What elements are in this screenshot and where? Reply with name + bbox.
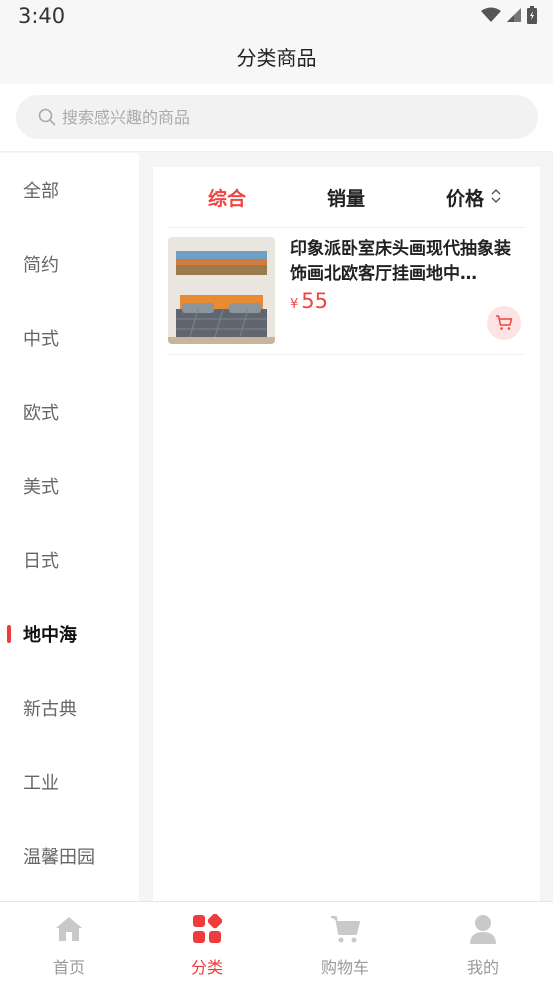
tab-home[interactable]: 首页 xyxy=(0,902,138,984)
search-input[interactable] xyxy=(62,107,482,127)
battery-icon xyxy=(527,6,537,24)
sort-arrows-icon xyxy=(491,189,501,203)
sort-sales[interactable]: 销量 xyxy=(327,184,365,211)
signal-icon xyxy=(507,8,521,22)
search-icon xyxy=(38,108,56,126)
tab-category[interactable]: 分类 xyxy=(138,902,276,984)
tab-cart[interactable]: 购物车 xyxy=(276,902,414,984)
status-bar: 3:40 xyxy=(0,0,553,34)
status-icons xyxy=(481,6,537,24)
search-section xyxy=(0,84,553,152)
sidebar-item-label: 欧式 xyxy=(23,403,59,424)
search-box[interactable] xyxy=(16,95,538,139)
tab-mine[interactable]: 我的 xyxy=(414,902,552,984)
sidebar-item-japanese[interactable]: 日式 xyxy=(0,523,139,597)
sidebar-item-neoclassical[interactable]: 新古典 xyxy=(0,671,139,745)
page-title: 分类商品 xyxy=(236,46,317,70)
product-title[interactable]: 印象派卧室床头画现代抽象装饰画北欧客厅挂画地中… xyxy=(290,237,515,287)
sidebar-item-label: 地中海 xyxy=(23,625,77,646)
sidebar-item-mediterranean[interactable]: 地中海 xyxy=(0,597,139,671)
tab-label: 分类 xyxy=(190,958,223,977)
sidebar-item-pastoral[interactable]: 温馨田园 xyxy=(0,819,139,893)
product-divider xyxy=(167,354,525,355)
tab-label: 首页 xyxy=(52,958,85,977)
active-indicator xyxy=(7,625,11,643)
bottom-tab-bar: 首页 分类 购物车 我的 xyxy=(0,901,553,984)
product-panel: 综合 销量 价格 印象派卧室床头画现代抽象装饰画北欧客厅挂画地中… ¥ 55 xyxy=(153,167,540,901)
price-currency: ¥ xyxy=(290,297,299,312)
title-bar: 分类商品 xyxy=(0,34,553,84)
product-image[interactable] xyxy=(168,237,275,344)
category-sidebar: 全部 简约 中式 欧式 美式 日式 地中海 新古典 工业 温馨田园 xyxy=(0,153,139,901)
user-icon xyxy=(470,915,496,944)
cart-icon xyxy=(496,315,513,330)
status-time: 3:40 xyxy=(18,4,66,28)
sort-comprehensive[interactable]: 综合 xyxy=(208,184,246,211)
sidebar-item-label: 全部 xyxy=(23,181,59,202)
product-card[interactable]: 印象派卧室床头画现代抽象装饰画北欧客厅挂画地中… ¥55 xyxy=(167,237,525,355)
sidebar-item-american[interactable]: 美式 xyxy=(0,449,139,523)
sidebar-item-label: 日式 xyxy=(23,551,59,572)
sidebar-item-simple[interactable]: 简约 xyxy=(0,227,139,301)
sidebar-item-european[interactable]: 欧式 xyxy=(0,375,139,449)
sidebar-item-label: 美式 xyxy=(23,477,59,498)
add-to-cart-button[interactable] xyxy=(487,306,521,340)
sidebar-item-label: 新古典 xyxy=(23,699,77,720)
sidebar-item-label: 温馨田园 xyxy=(23,847,95,868)
product-price: ¥55 xyxy=(290,289,328,313)
sidebar-item-label: 简约 xyxy=(23,255,59,276)
sort-bar: 综合 销量 价格 xyxy=(153,167,540,227)
cart-icon xyxy=(331,916,360,943)
price-value: 55 xyxy=(301,289,329,313)
sort-price[interactable]: 价格 xyxy=(446,184,484,211)
category-icon xyxy=(193,914,222,943)
home-icon xyxy=(56,917,82,941)
bedroom-painting-image xyxy=(168,237,275,344)
sort-divider xyxy=(167,227,525,228)
wifi-icon xyxy=(481,7,501,22)
sidebar-item-label: 工业 xyxy=(23,773,59,794)
tab-label: 我的 xyxy=(466,958,499,977)
sidebar-item-chinese[interactable]: 中式 xyxy=(0,301,139,375)
sidebar-item-label: 中式 xyxy=(23,329,59,350)
sidebar-item-all[interactable]: 全部 xyxy=(0,153,139,227)
sidebar-item-industrial[interactable]: 工业 xyxy=(0,745,139,819)
tab-label: 购物车 xyxy=(320,958,369,977)
